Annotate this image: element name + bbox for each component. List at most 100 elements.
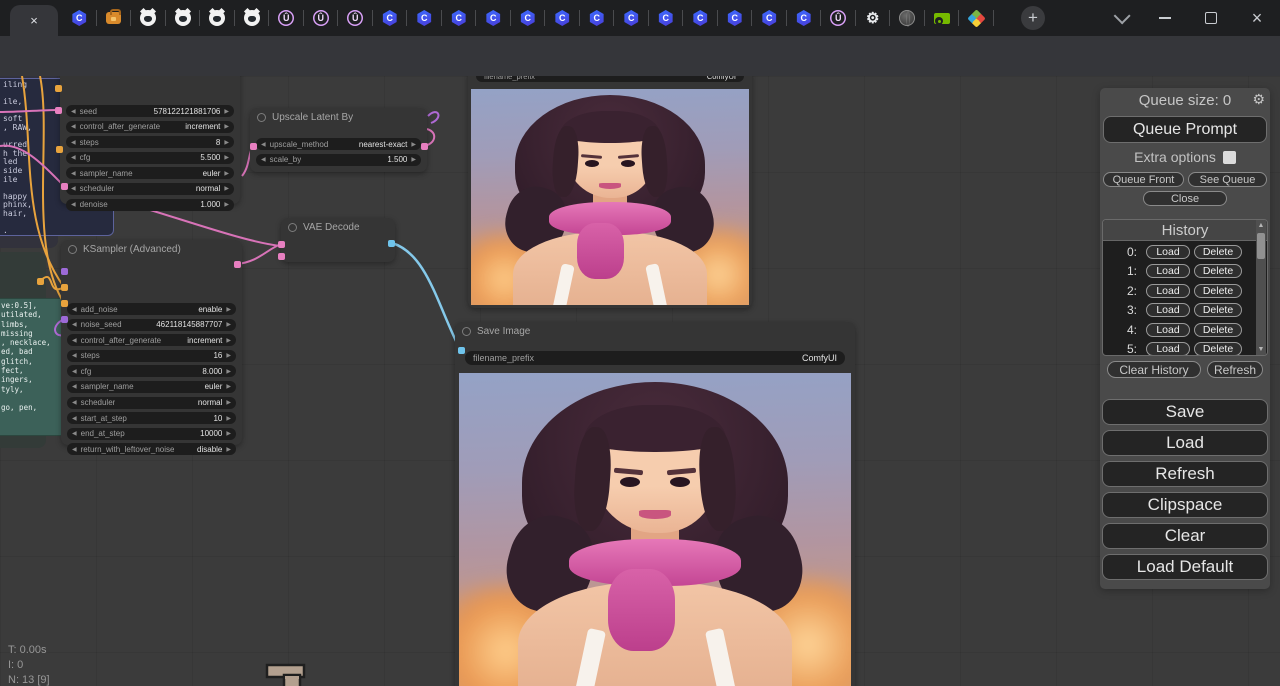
clear-history-button[interactable]: Clear History	[1107, 361, 1201, 378]
increment-arrow-icon[interactable]: ▶	[224, 123, 229, 130]
slot-pink[interactable]	[61, 183, 68, 190]
settings-gear-icon[interactable]: ⚙	[1252, 91, 1265, 108]
increment-arrow-icon[interactable]: ▶	[224, 185, 229, 192]
tab-civitai[interactable]: C	[649, 6, 684, 30]
decrement-arrow-icon[interactable]: ◀	[72, 383, 77, 390]
decrement-arrow-icon[interactable]: ◀	[72, 399, 77, 406]
tab-civitai[interactable]: C	[580, 6, 615, 30]
slot-orange[interactable]	[55, 85, 62, 92]
increment-arrow-icon[interactable]: ▶	[226, 430, 231, 437]
save-image-node[interactable]: Save Image filename_prefix ComfyUI	[455, 322, 855, 686]
widget-steps[interactable]: ◀steps16▶	[67, 350, 236, 362]
preview-image-node[interactable]: filename_prefix ComfyUI	[468, 76, 752, 308]
slot-pink[interactable]	[234, 261, 241, 268]
tab-civitai[interactable]: C	[787, 6, 822, 30]
widget-return_with_leftover_noise[interactable]: ◀return_with_leftover_noisedisable▶	[67, 443, 236, 455]
widget-scheduler[interactable]: ◀schedulernormal▶	[66, 183, 234, 195]
history-load-button[interactable]: Load	[1146, 264, 1190, 278]
tab-github[interactable]	[131, 6, 166, 30]
history-delete-button[interactable]: Delete	[1194, 284, 1242, 298]
filename-prefix-widget[interactable]: filename_prefix ComfyUI	[465, 351, 845, 365]
decrement-arrow-icon[interactable]: ◀	[261, 156, 266, 163]
comfyui-node-canvas[interactable]: iling ile, soft, RAW, urredh theledsidei…	[0, 76, 1280, 686]
new-tab-button[interactable]: +	[1021, 6, 1045, 30]
window-close-button[interactable]: ×	[1242, 0, 1272, 36]
filename-prefix-widget[interactable]: filename_prefix ComfyUI	[476, 76, 744, 82]
increment-arrow-icon[interactable]: ▶	[226, 321, 231, 328]
tab-uncensored[interactable]: Û	[269, 6, 304, 30]
history-delete-button[interactable]: Delete	[1194, 245, 1242, 259]
tab-civitai[interactable]: C	[442, 6, 477, 30]
tab-gear[interactable]: ⚙	[856, 6, 891, 30]
history-load-button[interactable]: Load	[1146, 284, 1190, 298]
tab-uncensored[interactable]: Û	[338, 6, 373, 30]
decrement-arrow-icon[interactable]: ◀	[71, 139, 76, 146]
decrement-arrow-icon[interactable]: ◀	[72, 446, 77, 453]
history-delete-button[interactable]: Delete	[1194, 303, 1242, 317]
widget-cfg[interactable]: ◀cfg8.000▶	[67, 365, 236, 377]
increment-arrow-icon[interactable]: ▶	[224, 139, 229, 146]
decrement-arrow-icon[interactable]: ◀	[71, 154, 76, 161]
slot-pink[interactable]	[278, 253, 285, 260]
tab-uncensored[interactable]: Û	[304, 6, 339, 30]
decrement-arrow-icon[interactable]: ◀	[71, 170, 76, 177]
tab-civitai[interactable]: C	[614, 6, 649, 30]
load-default-button[interactable]: Load Default	[1102, 554, 1268, 580]
scroll-down-icon[interactable]: ▼	[1256, 346, 1266, 353]
widget-sampler_name[interactable]: ◀sampler_nameeuler▶	[67, 381, 236, 393]
tab-civitai[interactable]: C	[752, 6, 787, 30]
widget-sampler_name[interactable]: ◀sampler_nameeuler▶	[66, 167, 234, 179]
slot-pink[interactable]	[278, 241, 285, 248]
slot-orange[interactable]	[37, 278, 44, 285]
tab-prism[interactable]	[959, 6, 994, 30]
increment-arrow-icon[interactable]: ▶	[224, 108, 229, 115]
tab-github[interactable]	[200, 6, 235, 30]
increment-arrow-icon[interactable]: ▶	[224, 201, 229, 208]
history-refresh-button[interactable]: Refresh	[1207, 361, 1263, 378]
history-list[interactable]: 0:LoadDelete1:LoadDelete2:LoadDelete3:Lo…	[1103, 242, 1267, 355]
decrement-arrow-icon[interactable]: ◀	[71, 201, 76, 208]
slot-pink[interactable]	[421, 143, 428, 150]
minimize-button[interactable]	[1150, 0, 1180, 36]
decrement-arrow-icon[interactable]: ◀	[72, 306, 77, 313]
queue-front-button[interactable]: Queue Front	[1103, 172, 1184, 187]
upscale-latent-node[interactable]: Upscale Latent By ◀upscale_methodnearest…	[250, 108, 427, 172]
decrement-arrow-icon[interactable]: ◀	[71, 123, 76, 130]
increment-arrow-icon[interactable]: ▶	[226, 399, 231, 406]
tab-github[interactable]	[235, 6, 270, 30]
decrement-arrow-icon[interactable]: ◀	[72, 321, 77, 328]
tab-civitai[interactable]: C	[373, 6, 408, 30]
decrement-arrow-icon[interactable]: ◀	[72, 430, 77, 437]
increment-arrow-icon[interactable]: ▶	[226, 306, 231, 313]
increment-arrow-icon[interactable]: ▶	[226, 337, 231, 344]
tab-civitai[interactable]: C	[718, 6, 753, 30]
widget-add_noise[interactable]: ◀add_noiseenable▶	[67, 303, 236, 315]
history-load-button[interactable]: Load	[1146, 342, 1190, 355]
slot-orange[interactable]	[61, 284, 68, 291]
history-load-button[interactable]: Load	[1146, 303, 1190, 317]
widget-control_after_generate[interactable]: ◀control_after_generateincrement▶	[67, 334, 236, 346]
increment-arrow-icon[interactable]: ▶	[226, 368, 231, 375]
history-delete-button[interactable]: Delete	[1194, 342, 1242, 355]
slot-orange[interactable]	[56, 146, 63, 153]
collapse-dot-icon[interactable]	[288, 223, 297, 232]
increment-arrow-icon[interactable]: ▶	[224, 154, 229, 161]
tab-github[interactable]	[166, 6, 201, 30]
decrement-arrow-icon[interactable]: ◀	[261, 141, 266, 148]
increment-arrow-icon[interactable]: ▶	[226, 415, 231, 422]
widget-denoise[interactable]: ◀denoise1.000▶	[66, 199, 234, 211]
history-delete-button[interactable]: Delete	[1194, 323, 1242, 337]
slot-blue[interactable]	[458, 347, 465, 354]
slot-pink[interactable]	[250, 143, 257, 150]
tab-close-icon[interactable]: ×	[30, 14, 38, 27]
scrollbar-thumb[interactable]	[1257, 233, 1265, 259]
history-load-button[interactable]: Load	[1146, 323, 1190, 337]
extra-options-checkbox[interactable]	[1223, 151, 1236, 164]
slot-pink[interactable]	[55, 107, 62, 114]
increment-arrow-icon[interactable]: ▶	[411, 141, 416, 148]
widget-noise_seed[interactable]: ◀noise_seed462118145887707▶	[67, 319, 236, 331]
active-tab[interactable]: ×	[10, 5, 58, 36]
refresh-button[interactable]: Refresh	[1102, 461, 1268, 487]
slot-purple[interactable]	[61, 268, 68, 275]
ksampler-advanced-node[interactable]: KSampler (Advanced) ◀add_noiseenable▶◀no…	[61, 240, 242, 445]
